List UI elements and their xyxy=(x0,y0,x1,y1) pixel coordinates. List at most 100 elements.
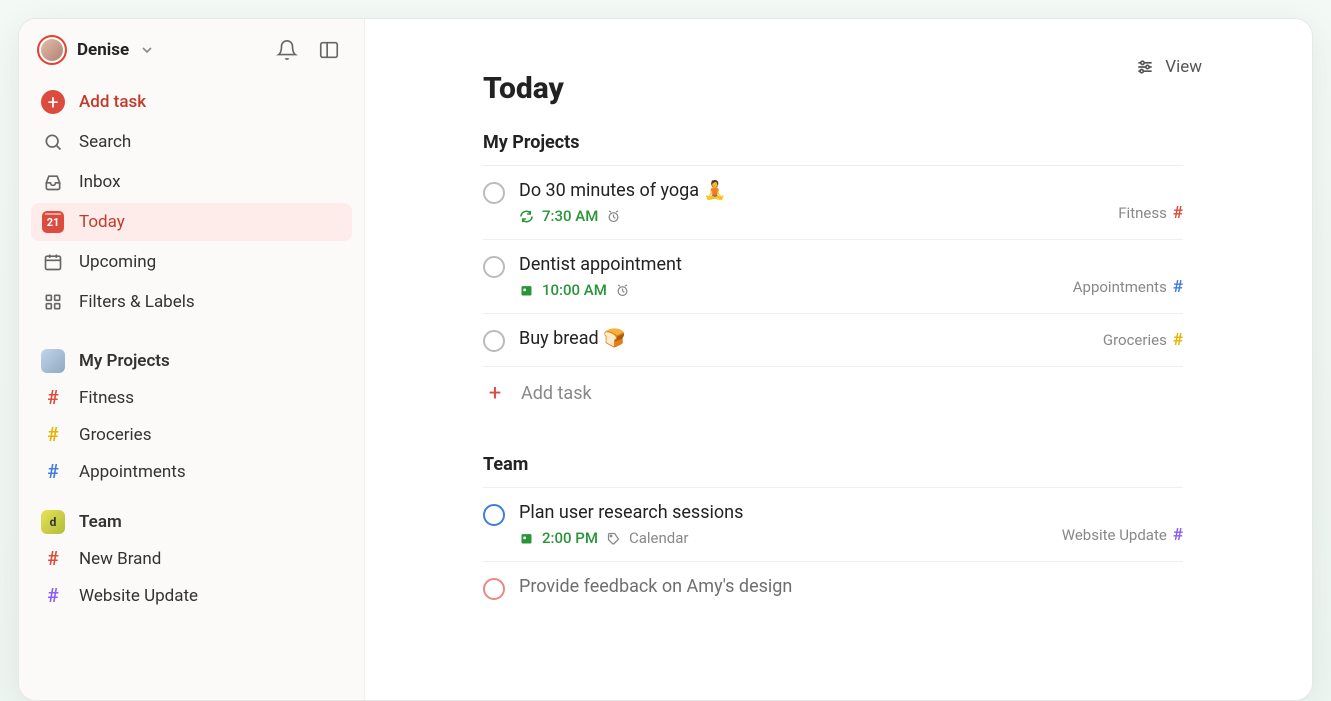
task-body: Do 30 minutes of yoga 🧘 7:30 AM xyxy=(519,180,1104,225)
task-label: Calendar xyxy=(629,529,689,547)
section-myprojects[interactable]: My Projects xyxy=(31,343,352,379)
sidebar-project-websiteupdate[interactable]: # Website Update xyxy=(31,577,352,614)
date-icon xyxy=(519,283,534,298)
folder-icon xyxy=(41,349,65,373)
task-checkbox[interactable] xyxy=(483,182,505,204)
task-title: Buy bread 🍞 xyxy=(519,328,1089,349)
project-label: New Brand xyxy=(79,549,161,569)
nav-label: Upcoming xyxy=(79,252,156,272)
bell-icon xyxy=(276,39,298,61)
hash-icon: # xyxy=(41,460,65,483)
group-title: Team xyxy=(483,454,1183,475)
hash-icon: # xyxy=(41,584,65,607)
task-checkbox[interactable] xyxy=(483,578,505,600)
calendar-icon xyxy=(41,250,65,274)
repeat-icon xyxy=(519,209,534,224)
alarm-icon xyxy=(615,283,630,298)
task-checkbox[interactable] xyxy=(483,256,505,278)
nav-label: Filters & Labels xyxy=(79,292,195,312)
view-button[interactable]: View xyxy=(1135,57,1202,77)
task-checkbox[interactable] xyxy=(483,504,505,526)
nav-label: Search xyxy=(79,132,131,152)
nav-label: Inbox xyxy=(79,172,121,192)
task-list: Plan user research sessions 2:00 PM Cale… xyxy=(483,487,1183,614)
project-name: Fitness xyxy=(1118,204,1167,222)
project-label: Groceries xyxy=(79,425,151,445)
alarm-icon xyxy=(606,209,621,224)
sidebar-project-appointments[interactable]: # Appointments xyxy=(31,453,352,490)
task-body: Provide feedback on Amy's design xyxy=(519,576,1183,597)
task-list: Do 30 minutes of yoga 🧘 7:30 AM Fitness … xyxy=(483,165,1183,367)
nav-filters[interactable]: Filters & Labels xyxy=(31,283,352,321)
group-title: My Projects xyxy=(483,132,1183,153)
user-name: Denise xyxy=(77,40,129,60)
nav-label: Add task xyxy=(79,92,146,112)
nav-today[interactable]: 21 Today xyxy=(31,203,352,241)
project-label: Appointments xyxy=(79,462,186,482)
app-window: Denise + Add task Search xyxy=(18,18,1313,701)
task-project-link[interactable]: Groceries # xyxy=(1103,330,1183,352)
task-time: 7:30 AM xyxy=(542,207,598,225)
date-icon xyxy=(519,531,534,546)
task-body: Plan user research sessions 2:00 PM Cale… xyxy=(519,502,1048,547)
task-time: 10:00 AM xyxy=(542,281,607,299)
task-project-link[interactable]: Fitness # xyxy=(1118,203,1183,225)
add-task-button[interactable]: + Add task xyxy=(31,83,352,121)
hash-icon: # xyxy=(1173,330,1183,350)
task-checkbox[interactable] xyxy=(483,330,505,352)
nav-label: Today xyxy=(79,212,125,232)
hash-icon: # xyxy=(1173,203,1183,223)
add-task-inline[interactable]: + Add task xyxy=(483,367,1183,414)
hash-icon: # xyxy=(41,423,65,446)
project-label: Fitness xyxy=(79,388,134,408)
nav-inbox[interactable]: Inbox xyxy=(31,163,352,201)
add-task-label: Add task xyxy=(521,383,592,404)
nav-search[interactable]: Search xyxy=(31,123,352,161)
task-title: Dentist appointment xyxy=(519,254,1059,275)
task-body: Buy bread 🍞 xyxy=(519,328,1089,349)
task-body: Dentist appointment 10:00 AM xyxy=(519,254,1059,299)
project-name: Appointments xyxy=(1073,278,1167,296)
sliders-icon xyxy=(1135,57,1155,77)
nav-upcoming[interactable]: Upcoming xyxy=(31,243,352,281)
task-meta: 10:00 AM xyxy=(519,281,1059,299)
sidebar-toggle-button[interactable] xyxy=(314,35,344,65)
sidebar-project-fitness[interactable]: # Fitness xyxy=(31,379,352,416)
section-title: My Projects xyxy=(79,351,170,371)
primary-nav: + Add task Search Inbox 21 Today xyxy=(31,83,352,321)
task-title: Do 30 minutes of yoga 🧘 xyxy=(519,180,1104,201)
grid-icon xyxy=(41,290,65,314)
hash-icon: # xyxy=(41,547,65,570)
notifications-button[interactable] xyxy=(272,35,302,65)
task-title: Provide feedback on Amy's design xyxy=(519,576,1183,597)
hash-icon: # xyxy=(1173,277,1183,297)
hash-icon: # xyxy=(1173,525,1183,545)
plus-circle-icon: + xyxy=(41,90,65,114)
task-project-link[interactable]: Appointments # xyxy=(1073,277,1183,299)
main-content: View Today My Projects Do 30 minutes of … xyxy=(365,19,1312,700)
chevron-down-icon xyxy=(139,42,155,58)
project-label: Website Update xyxy=(79,586,198,606)
task-row[interactable]: Provide feedback on Amy's design xyxy=(483,562,1183,614)
inbox-icon xyxy=(41,170,65,194)
section-team[interactable]: d Team xyxy=(31,504,352,540)
task-project-link[interactable]: Website Update # xyxy=(1062,525,1183,547)
tag-icon xyxy=(606,531,621,546)
plus-icon: + xyxy=(485,384,505,404)
task-title: Plan user research sessions xyxy=(519,502,1048,523)
task-row[interactable]: Buy bread 🍞 Groceries # xyxy=(483,314,1183,367)
sidebar-header: Denise xyxy=(31,33,352,83)
view-label: View xyxy=(1165,57,1202,77)
task-row[interactable]: Plan user research sessions 2:00 PM Cale… xyxy=(483,488,1183,562)
task-meta: 7:30 AM xyxy=(519,207,1104,225)
task-row[interactable]: Dentist appointment 10:00 AM Appointment… xyxy=(483,240,1183,314)
content: Today My Projects Do 30 minutes of yoga … xyxy=(483,71,1183,614)
project-name: Website Update xyxy=(1062,526,1167,544)
sidebar-project-newbrand[interactable]: # New Brand xyxy=(31,540,352,577)
user-menu[interactable]: Denise xyxy=(37,35,155,65)
sidebar: Denise + Add task Search xyxy=(19,19,365,700)
page-title: Today xyxy=(483,71,1183,106)
header-icons xyxy=(272,35,344,65)
task-row[interactable]: Do 30 minutes of yoga 🧘 7:30 AM Fitness … xyxy=(483,166,1183,240)
sidebar-project-groceries[interactable]: # Groceries xyxy=(31,416,352,453)
